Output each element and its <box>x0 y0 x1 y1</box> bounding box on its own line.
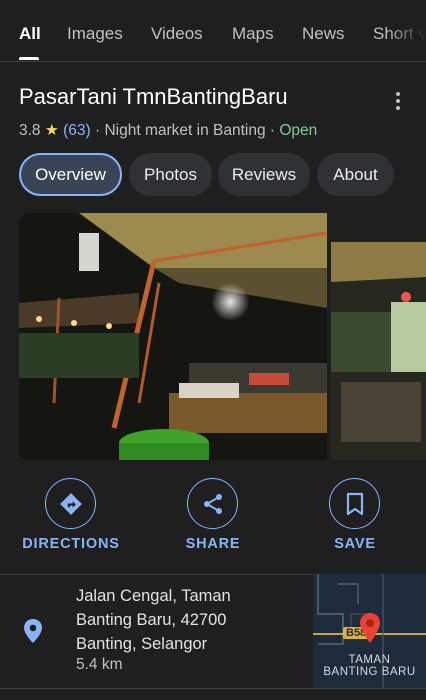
review-count-link[interactable]: (63) <box>63 122 91 139</box>
map-pin-icon <box>360 613 380 643</box>
search-tabs: All Images Videos Maps News Short v <box>0 0 426 62</box>
location-pin-icon <box>22 618 44 644</box>
address-line-1: Jalan Cengal, Taman <box>76 587 231 605</box>
bottom-divider <box>0 688 426 689</box>
address-line-2: Banting Baru, 42700 <box>76 611 227 629</box>
map-area-line-2: BANTING BARU <box>323 666 416 678</box>
place-photo-secondary[interactable] <box>331 242 426 460</box>
tab-maps[interactable]: Maps <box>232 24 274 44</box>
tabs-fade <box>386 0 426 60</box>
chip-about[interactable]: About <box>317 153 394 196</box>
active-tab-indicator <box>19 57 39 60</box>
address-text[interactable]: Jalan Cengal, Taman Banting Baru, 42700 … <box>76 584 231 656</box>
share-action[interactable]: SHARE <box>153 478 273 558</box>
map-area-line-1: TAMAN <box>348 654 391 666</box>
share-icon[interactable] <box>187 478 238 529</box>
chip-overview[interactable]: Overview <box>19 153 122 196</box>
directions-label: DIRECTIONS <box>22 536 120 552</box>
chip-reviews[interactable]: Reviews <box>218 153 310 196</box>
directions-icon[interactable] <box>45 478 96 529</box>
place-photo-main[interactable] <box>19 213 327 460</box>
more-options-icon[interactable] <box>388 90 408 114</box>
tab-videos[interactable]: Videos <box>151 24 203 44</box>
share-label: SHARE <box>185 536 241 552</box>
save-action[interactable]: SAVE <box>295 478 415 558</box>
tab-images[interactable]: Images <box>67 24 123 44</box>
place-title: PasarTani TmnBantingBaru <box>19 84 288 109</box>
place-meta: 3.8 ★ (63) · Night market in Banting · O… <box>19 121 317 140</box>
chip-photos[interactable]: Photos <box>129 153 212 196</box>
place-category: · Night market in Banting · <box>94 122 276 139</box>
rating-value: 3.8 <box>19 122 41 139</box>
directions-action[interactable]: DIRECTIONS <box>11 478 131 558</box>
tab-news[interactable]: News <box>302 24 345 44</box>
open-status: Open <box>279 122 318 139</box>
distance: 5.4 km <box>76 656 123 673</box>
bookmark-icon[interactable] <box>329 478 380 529</box>
map-area-label: TAMAN BANTING BARU <box>313 654 426 678</box>
map-thumbnail[interactable]: B58 TAMAN BANTING BARU <box>313 574 426 688</box>
star-icon: ★ <box>44 122 59 139</box>
tab-all[interactable]: All <box>19 24 41 44</box>
save-label: SAVE <box>334 536 376 552</box>
address-line-3: Banting, Selangor <box>76 635 208 653</box>
